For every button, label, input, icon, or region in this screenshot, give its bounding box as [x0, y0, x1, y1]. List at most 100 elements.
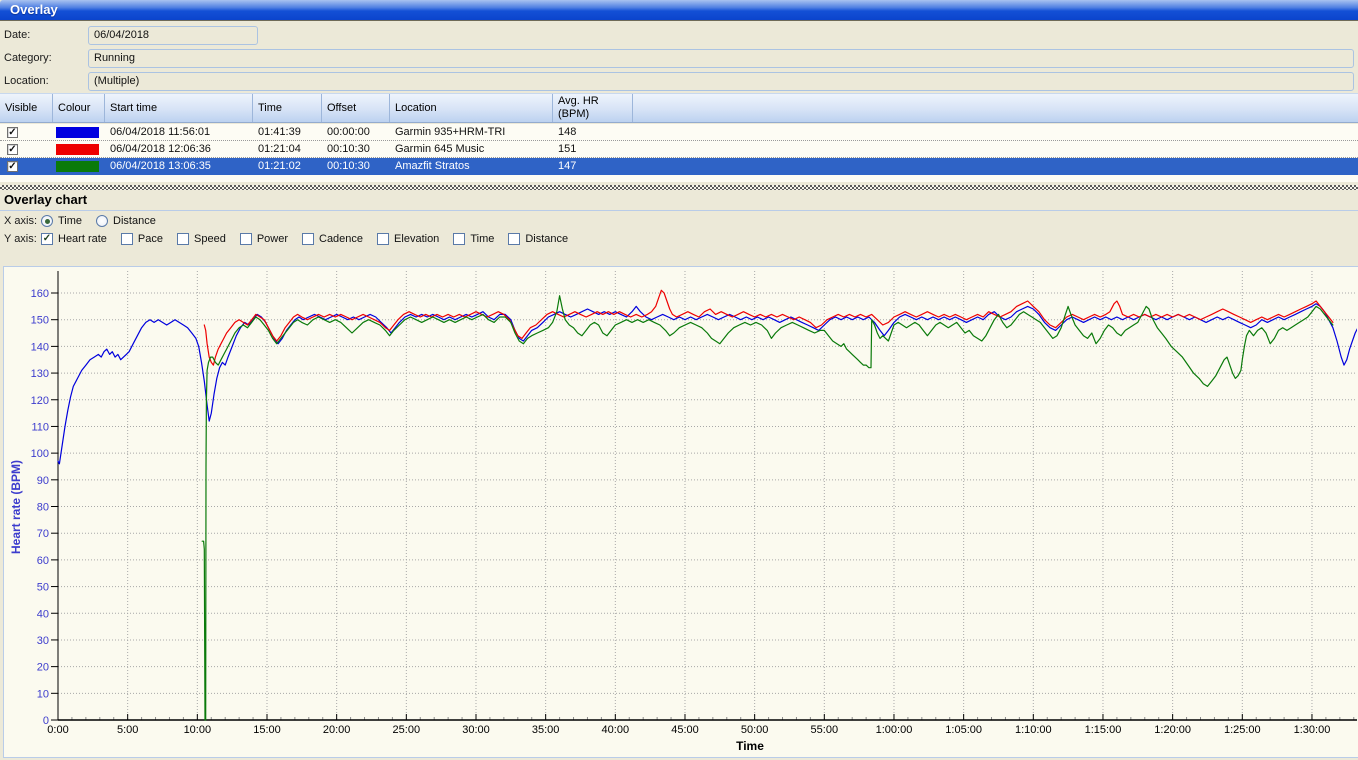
y-axis-option-time: Time — [453, 233, 494, 245]
x-axis-option-distance: Distance — [96, 215, 156, 227]
offset-cell: 00:10:30 — [322, 143, 390, 155]
svg-text:1:10:00: 1:10:00 — [1015, 724, 1052, 736]
checkbox-checked-icon[interactable]: ✓ — [7, 161, 18, 172]
svg-text:15:00: 15:00 — [253, 724, 281, 736]
avg-hr-cell: 147 — [553, 160, 633, 172]
overlay-chart-title: Overlay chart — [0, 191, 87, 209]
radio-time[interactable] — [41, 215, 53, 227]
location-cell: Amazfit Stratos — [390, 160, 553, 172]
colour-swatch — [56, 127, 99, 138]
offset-cell: 00:10:30 — [322, 160, 390, 172]
chart-gridlines — [58, 271, 1357, 720]
svg-text:30: 30 — [37, 635, 49, 647]
checkbox-icon[interactable] — [508, 233, 520, 245]
column-header-offset[interactable]: Offset — [322, 94, 390, 122]
svg-text:130: 130 — [31, 368, 49, 380]
location-cell: Garmin 645 Music — [390, 143, 553, 155]
column-header-start[interactable]: Start time — [105, 94, 253, 122]
radio-dot-icon — [45, 219, 50, 224]
checkbox-icon[interactable] — [302, 233, 314, 245]
y-axis-option-cadence: Cadence — [302, 233, 363, 245]
column-header-colour[interactable]: Colour — [53, 94, 105, 122]
time-cell: 01:41:39 — [253, 126, 322, 138]
table-row[interactable]: ✓06/04/2018 11:56:0101:41:3900:00:00Garm… — [0, 124, 1358, 141]
column-header-avg[interactable]: Avg. HR (BPM) — [553, 94, 633, 122]
svg-text:60: 60 — [37, 555, 49, 567]
svg-text:5:00: 5:00 — [117, 724, 138, 736]
svg-text:40: 40 — [37, 608, 49, 620]
y-axis-option-distance: Distance — [508, 233, 568, 245]
colour-cell — [53, 127, 105, 138]
svg-text:80: 80 — [37, 502, 49, 514]
activity-table: ✓06/04/2018 11:56:0101:41:3900:00:00Garm… — [0, 124, 1358, 182]
option-label: Elevation — [394, 233, 439, 245]
location-row: Location: (Multiple) — [0, 72, 1358, 91]
avg-hr-cell: 148 — [553, 126, 633, 138]
activity-table-header: VisibleColourStart timeTimeOffsetLocatio… — [0, 93, 1358, 123]
svg-text:20: 20 — [37, 662, 49, 674]
table-row[interactable]: ✓ 06/04/2018 12:06:3601:21:0400:10:30Garm… — [0, 141, 1358, 158]
start-time-cell: 06/04/2018 12:06:36 — [105, 143, 253, 155]
svg-text:1:30:00: 1:30:00 — [1294, 724, 1331, 736]
svg-text:1:00:00: 1:00:00 — [876, 724, 913, 736]
visible-cell: ✓ — [0, 127, 53, 138]
svg-text:40:00: 40:00 — [602, 724, 630, 736]
checkbox-icon[interactable] — [377, 233, 389, 245]
column-header-filler — [633, 94, 1358, 122]
y-axis-label: Y axis: — [0, 233, 41, 245]
overlay-chart-panel: 0102030405060708090100110120130140150160… — [3, 266, 1358, 758]
date-label: Date: — [4, 29, 30, 41]
checkbox-icon[interactable] — [121, 233, 133, 245]
radio-distance[interactable] — [96, 215, 108, 227]
svg-text:1:20:00: 1:20:00 — [1154, 724, 1191, 736]
column-header-location[interactable]: Location — [390, 94, 553, 122]
svg-text:110: 110 — [31, 421, 49, 433]
checkbox-icon[interactable] — [240, 233, 252, 245]
date-row: Date: 06/04/2018 — [0, 26, 1358, 45]
svg-text:1:05:00: 1:05:00 — [945, 724, 982, 736]
x-axis-title: Time — [736, 739, 764, 753]
option-label: Time — [470, 233, 494, 245]
date-field[interactable]: 06/04/2018 — [88, 26, 258, 45]
avg-hr-cell: 151 — [553, 143, 633, 155]
y-axis-option-pace: Pace — [121, 233, 163, 245]
y-axis-option-elevation: Elevation — [377, 233, 439, 245]
checkbox-checked-icon[interactable]: ✓ — [41, 233, 53, 245]
svg-text:1:15:00: 1:15:00 — [1085, 724, 1122, 736]
checkbox-checked-icon[interactable]: ✓ — [7, 127, 18, 138]
time-cell: 01:21:04 — [253, 143, 322, 155]
column-header-visible[interactable]: Visible — [0, 94, 53, 122]
series-line-garmin-935-hrm-tri — [58, 304, 1357, 464]
x-axis-option-time: Time — [41, 215, 82, 227]
x-axis-label: X axis: — [0, 215, 41, 227]
svg-text:30:00: 30:00 — [462, 724, 490, 736]
overlay-chart-section-header: Overlay chart — [0, 191, 1358, 211]
start-time-cell: 06/04/2018 11:56:01 — [105, 126, 253, 138]
svg-text:45:00: 45:00 — [671, 724, 699, 736]
splitter-handle[interactable] — [0, 185, 1358, 190]
table-row[interactable]: ✓06/04/2018 13:06:3501:21:0200:10:30Amaz… — [0, 158, 1358, 175]
checkbox-icon[interactable] — [177, 233, 189, 245]
location-field[interactable]: (Multiple) — [88, 72, 1354, 91]
y-axis-option-power: Power — [240, 233, 288, 245]
svg-text:140: 140 — [31, 341, 49, 353]
column-header-time[interactable]: Time — [253, 94, 322, 122]
checkbox-icon[interactable] — [453, 233, 465, 245]
option-label: Cadence — [319, 233, 363, 245]
option-label: Heart rate — [58, 233, 107, 245]
category-field[interactable]: Running — [88, 49, 1354, 68]
svg-text:70: 70 — [37, 528, 49, 540]
svg-text:0:00: 0:00 — [47, 724, 68, 736]
colour-swatch — [56, 161, 99, 172]
category-row: Category: Running — [0, 49, 1358, 68]
series-line-amazfit-stratos — [202, 296, 1333, 720]
y-axis-option-speed: Speed — [177, 233, 226, 245]
y-axis-title: Heart rate (BPM) — [9, 460, 23, 554]
svg-text:10:00: 10:00 — [184, 724, 212, 736]
svg-text:50:00: 50:00 — [741, 724, 769, 736]
location-cell: Garmin 935+HRM-TRI — [390, 126, 553, 138]
checkbox-checked-icon[interactable]: ✓ — [7, 144, 18, 155]
option-label: Pace — [138, 233, 163, 245]
visible-cell: ✓ — [0, 144, 53, 155]
svg-text:120: 120 — [31, 395, 49, 407]
